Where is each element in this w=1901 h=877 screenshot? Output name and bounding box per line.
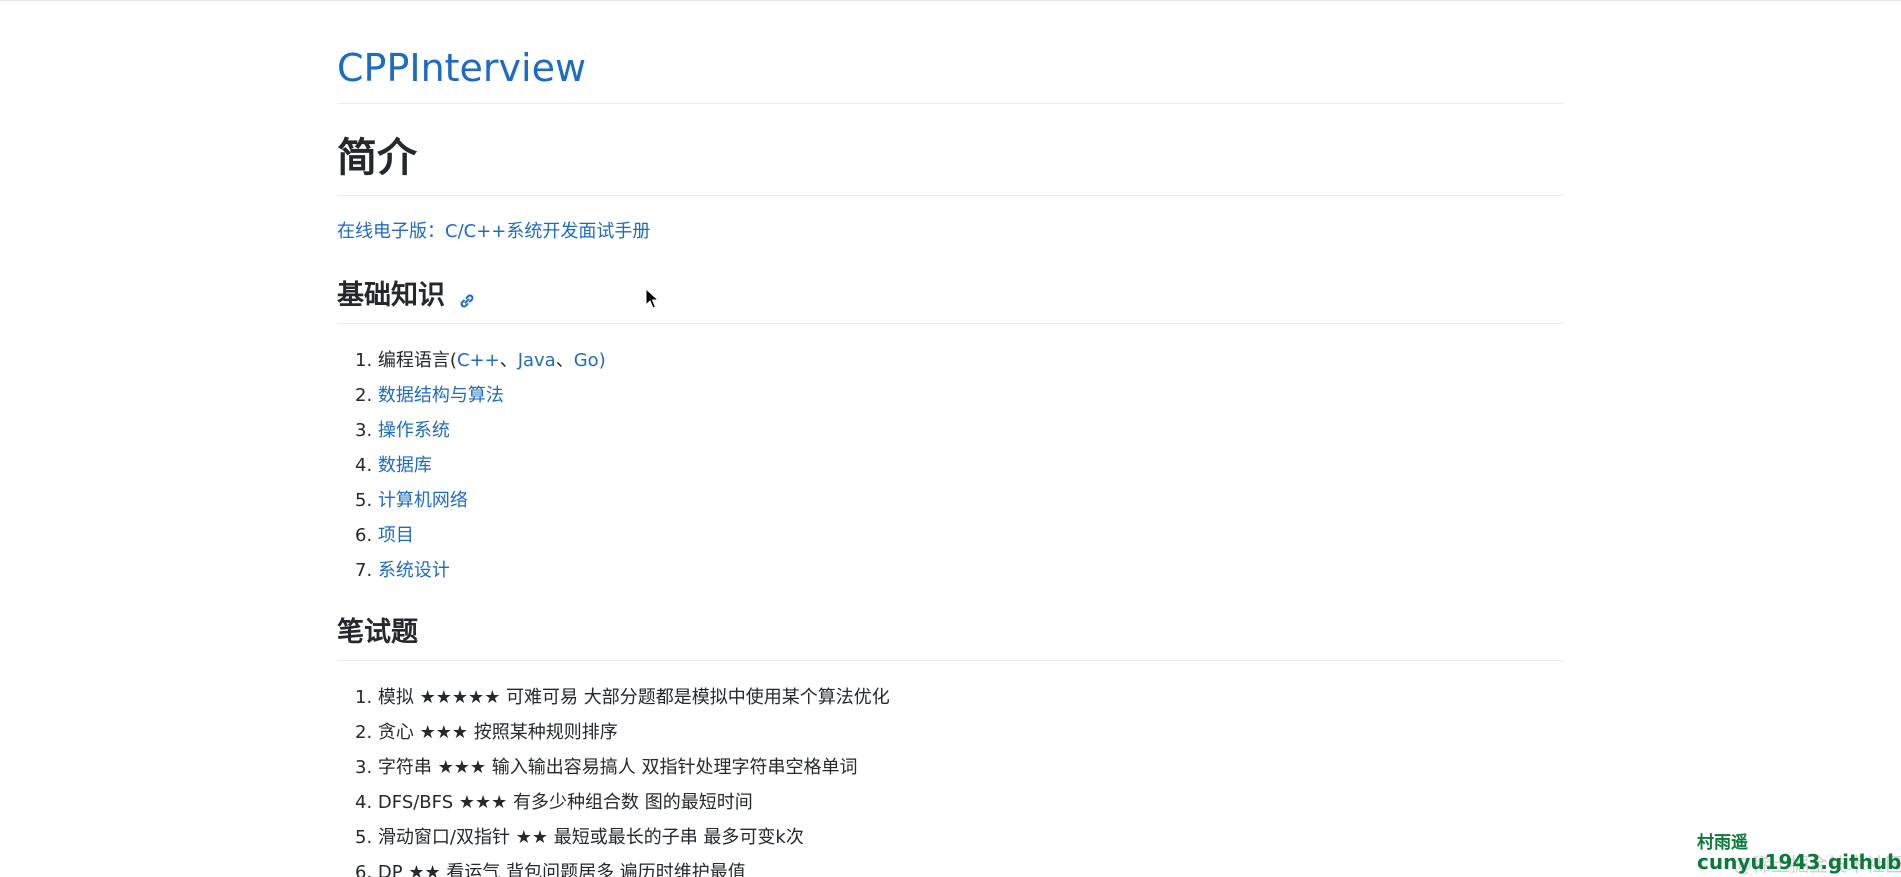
list-item-number: 3. (355, 420, 373, 441)
site-title-link[interactable]: CPPInterview (337, 44, 586, 92)
list-item-number: 6. (355, 525, 373, 546)
operating-system-link[interactable]: 操作系统 (378, 420, 450, 441)
list-item: 7. 系统设计 (355, 553, 1555, 588)
written-test-heading: 笔试题 (337, 617, 418, 648)
watermark-site: cunyu1943.github.io (1697, 850, 1901, 874)
project-link[interactable]: 项目 (378, 525, 414, 546)
intro-heading-divider (337, 195, 1564, 196)
list-separator: 、 (555, 350, 574, 371)
list-item-number: 2. (355, 385, 373, 406)
intro-heading: 简介 (337, 135, 417, 181)
list-item: 1. 模拟 ★★★★★ 可难可易 大部分题都是模拟中使用某个算法优化 (355, 680, 1555, 715)
java-link[interactable]: Java (518, 350, 556, 371)
computer-network-link[interactable]: 计算机网络 (378, 490, 468, 511)
watermark: @稀土掘金技术社区 村雨遥 cunyu1943.github.io (1697, 826, 1901, 876)
list-item: 6. 项目 (355, 518, 1555, 553)
list-item-number: 1. (355, 687, 373, 708)
list-item-suffix: ) (598, 350, 606, 371)
list-item-number: 7. (355, 560, 373, 581)
page-top-border (0, 0, 1901, 1)
written-heading-divider (337, 660, 1564, 661)
basics-heading-divider (337, 323, 1564, 324)
list-item-number: 6. (355, 862, 373, 877)
list-item: 4. 数据库 (355, 448, 1555, 483)
list-item-number: 5. (355, 490, 373, 511)
header-divider (337, 103, 1564, 104)
list-item: 1. 编程语言(C++、Java、Go) (355, 343, 1555, 378)
list-item-number: 3. (355, 757, 373, 778)
basics-list: 1. 编程语言(C++、Java、Go) 2. 数据结构与算法 3. 操作系统 … (355, 343, 1555, 588)
list-item-number: 1. (355, 350, 373, 371)
list-item-text: DP ★★ 看运气 背包问题居多 遍历时维护最值 (377, 862, 746, 877)
list-item-number: 4. (355, 792, 373, 813)
list-item-text: 模拟 ★★★★★ 可难可易 大部分题都是模拟中使用某个算法优化 (377, 687, 890, 708)
list-item-text: 字符串 ★★★ 输入输出容易搞人 双指针处理字符串空格单词 (377, 757, 858, 778)
list-item-number: 4. (355, 455, 373, 476)
go-link[interactable]: Go (574, 350, 599, 371)
list-item-number: 5. (355, 827, 373, 848)
list-item: 2. 数据结构与算法 (355, 378, 1555, 413)
list-item-number: 2. (355, 722, 373, 743)
list-item: 3. 操作系统 (355, 413, 1555, 448)
list-item-text: DFS/BFS ★★★ 有多少种组合数 图的最短时间 (377, 792, 753, 813)
list-item-text: 贪心 ★★★ 按照某种规则排序 (377, 722, 618, 743)
list-item: 4. DFS/BFS ★★★ 有多少种组合数 图的最短时间 (355, 785, 1555, 820)
system-design-link[interactable]: 系统设计 (378, 560, 450, 581)
list-item: 2. 贪心 ★★★ 按照某种规则排序 (355, 715, 1555, 750)
basics-heading-text: 基础知识 (337, 280, 445, 311)
list-separator: 、 (499, 350, 518, 371)
mouse-pointer-icon (645, 288, 659, 309)
data-structures-link[interactable]: 数据结构与算法 (378, 385, 504, 406)
online-edition-link[interactable]: 在线电子版：C/C++系统开发面试手册 (337, 219, 650, 245)
list-item: 5. 滑动窗口/双指针 ★★ 最短或最长的子串 最多可变k次 (355, 820, 1555, 855)
list-item-text: 滑动窗口/双指针 ★★ 最短或最长的子串 最多可变k次 (377, 827, 804, 848)
list-item-prefix: 编程语言( (377, 350, 457, 371)
list-item: 5. 计算机网络 (355, 483, 1555, 518)
written-test-list: 1. 模拟 ★★★★★ 可难可易 大部分题都是模拟中使用某个算法优化 2. 贪心… (355, 680, 1555, 877)
list-item: 3. 字符串 ★★★ 输入输出容易搞人 双指针处理字符串空格单词 (355, 750, 1555, 785)
database-link[interactable]: 数据库 (378, 455, 432, 476)
basics-heading: 基础知识 (337, 278, 477, 314)
list-item: 6. DP ★★ 看运气 背包问题居多 遍历时维护最值 (355, 855, 1555, 877)
link-icon[interactable] (457, 285, 477, 307)
cpp-link[interactable]: C++ (457, 350, 500, 371)
